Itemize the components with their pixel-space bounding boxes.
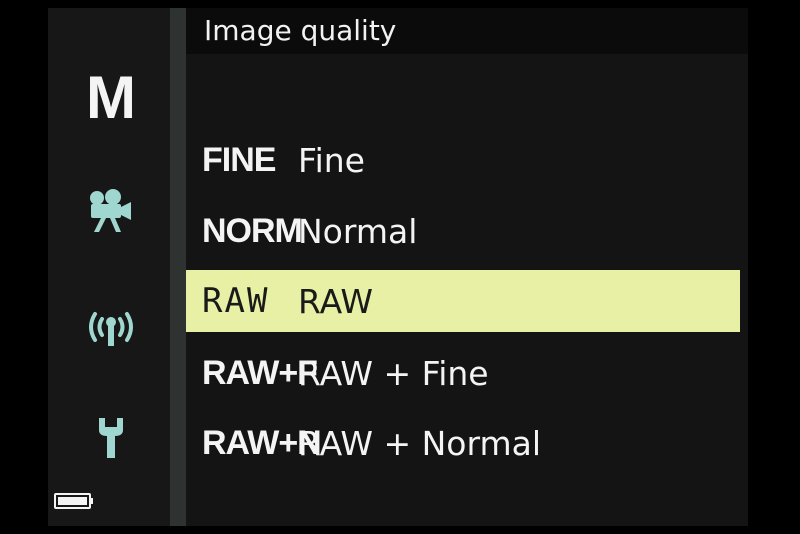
title-bar: Image quality [186,8,748,54]
sidebar-divider [170,8,186,526]
menu-sidebar: M [48,8,170,526]
option-code: RAW+N [202,423,322,462]
option-code: RAW+F [202,353,318,392]
option-raw-fine[interactable]: RAW+F RAW + Fine [186,342,740,404]
wrench-icon[interactable] [83,412,139,462]
option-code: RAW [202,281,270,321]
option-fine[interactable]: FINE Fine [186,129,740,191]
option-label: RAW + Fine [298,353,489,393]
option-label: RAW [298,281,373,321]
option-raw[interactable]: RAW RAW [186,270,740,332]
wireless-icon[interactable] [83,302,139,352]
option-label: Normal [298,211,418,251]
battery-icon [54,493,93,509]
menu-title: Image quality [204,14,397,47]
shooting-mode-tab[interactable]: M [76,66,146,130]
movie-camera-icon[interactable] [83,186,139,236]
option-normal[interactable]: NORM Normal [186,200,740,262]
option-code: FINE [202,140,276,179]
option-label: Fine [298,140,365,180]
option-raw-normal[interactable]: RAW+N RAW + Normal [186,412,740,474]
option-label: RAW + Normal [298,423,542,463]
camera-screen: M Image quality FINE Fine NORM Normal RA… [48,8,748,526]
option-code: NORM [202,211,303,250]
menu-content: Image quality FINE Fine NORM Normal RAW … [186,8,748,526]
